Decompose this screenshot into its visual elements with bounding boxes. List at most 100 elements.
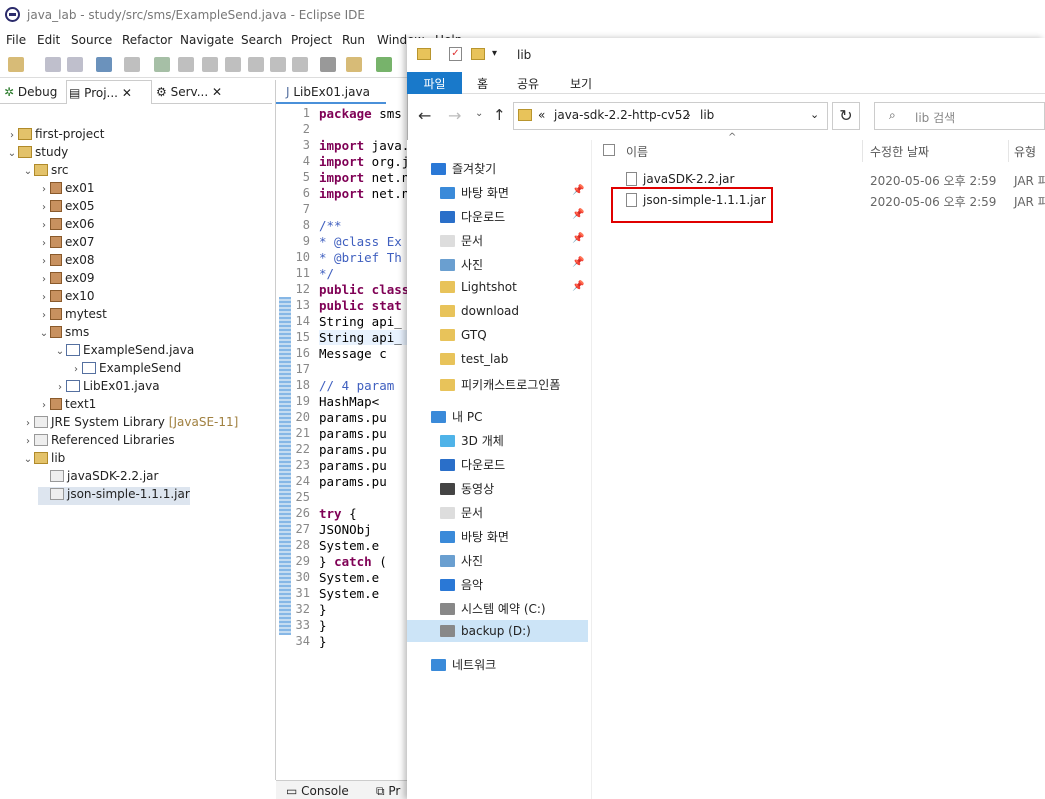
menu-project[interactable]: Project xyxy=(291,33,332,47)
back-arrow-icon[interactable]: ← xyxy=(418,106,431,125)
tree-item[interactable]: ⌄ sms xyxy=(38,325,89,343)
nav-item[interactable]: 3D 개체 xyxy=(407,428,588,450)
tree-item[interactable]: › mytest xyxy=(38,307,107,325)
debug-icon[interactable] xyxy=(376,57,392,72)
breadcrumb-current[interactable]: lib xyxy=(700,108,714,122)
nav-item[interactable]: Lightshot 📌 xyxy=(407,276,588,298)
tree-item[interactable]: › ex05 xyxy=(38,199,95,217)
nav-item[interactable]: 음악 xyxy=(407,572,588,594)
terminate-icon[interactable] xyxy=(202,57,218,72)
nav-item[interactable]: 즐겨찾기 xyxy=(407,156,588,178)
tree-item[interactable]: › ex10 xyxy=(38,289,95,307)
suspend-icon[interactable] xyxy=(178,57,194,72)
tab-problems[interactable]: ⧉ Pr xyxy=(376,784,400,799)
drop-to-frame-icon[interactable] xyxy=(346,57,362,72)
properties-icon[interactable]: ✓ xyxy=(449,47,462,61)
column-name[interactable]: 이름 xyxy=(626,143,648,160)
close-icon[interactable]: ✕ xyxy=(212,85,222,99)
new-folder-icon[interactable] xyxy=(471,48,485,60)
tree-item[interactable]: › ex08 xyxy=(38,253,95,271)
collapsed-arrow-icon[interactable]: › xyxy=(70,364,82,375)
editor-tab[interactable]: J LibEx01.java xyxy=(276,80,386,104)
nav-item[interactable]: 문서 📌 xyxy=(407,228,588,250)
tree-item[interactable]: json-simple-1.1.1.jar xyxy=(38,487,190,505)
tree-item[interactable]: ⌄ lib xyxy=(22,451,66,469)
tree-item[interactable]: › LibEx01.java xyxy=(54,379,160,397)
collapsed-arrow-icon[interactable]: › xyxy=(54,382,66,393)
tab-home[interactable]: 홈 xyxy=(477,75,488,92)
menu-refactor[interactable]: Refactor xyxy=(122,33,172,47)
menu-run[interactable]: Run xyxy=(342,33,365,47)
collapsed-arrow-icon[interactable]: › xyxy=(6,130,18,141)
expanded-arrow-icon[interactable]: ⌄ xyxy=(22,166,34,177)
tab-project-explorer[interactable]: ▤ Proj... ✕ xyxy=(66,80,152,104)
step-into-icon[interactable] xyxy=(248,57,264,72)
tree-item[interactable]: › ExampleSend xyxy=(70,361,181,379)
expanded-arrow-icon[interactable]: ⌄ xyxy=(38,328,50,339)
column-divider[interactable] xyxy=(862,140,863,162)
step-return-icon[interactable] xyxy=(292,57,308,72)
nav-item[interactable]: 다운로드 📌 xyxy=(407,204,588,226)
nav-item[interactable]: 사진 📌 xyxy=(407,252,588,274)
tree-item[interactable]: ⌄ ExampleSend.java xyxy=(54,343,194,361)
tab-share[interactable]: 공유 xyxy=(517,75,539,92)
nav-item[interactable]: 내 PC xyxy=(407,404,588,426)
menu-file[interactable]: File xyxy=(6,33,26,47)
tree-item[interactable]: › Referenced Libraries xyxy=(22,433,175,451)
nav-item[interactable]: 문서 xyxy=(407,500,588,522)
nav-item[interactable]: test_lab xyxy=(407,348,588,370)
save-icon[interactable] xyxy=(45,57,61,72)
use-step-filters-icon[interactable] xyxy=(320,57,336,72)
up-arrow-icon[interactable]: ↑ xyxy=(493,106,506,124)
tree-item[interactable]: javaSDK-2.2.jar xyxy=(38,469,158,487)
breadcrumb-parent[interactable]: java-sdk-2.2-http-cv52 xyxy=(554,108,690,122)
tree-item[interactable]: › text1 xyxy=(38,397,96,415)
column-divider[interactable] xyxy=(1008,140,1009,162)
nav-item[interactable]: 네트워크 xyxy=(407,652,588,674)
menu-navigate[interactable]: Navigate xyxy=(180,33,234,47)
close-icon[interactable]: ✕ xyxy=(122,86,132,100)
address-bar[interactable]: « java-sdk-2.2-http-cv52 › lib ⌄ xyxy=(513,102,828,130)
collapsed-arrow-icon[interactable]: › xyxy=(38,202,50,213)
nav-item[interactable]: 사진 xyxy=(407,548,588,570)
tab-console[interactable]: ▭ Console xyxy=(286,784,349,798)
tree-item[interactable]: › JRE System Library [JavaSE-11] xyxy=(22,415,238,433)
expanded-arrow-icon[interactable]: ⌄ xyxy=(22,454,34,465)
collapsed-arrow-icon[interactable]: › xyxy=(22,436,34,447)
skip-breakpoints-icon[interactable] xyxy=(124,57,140,72)
tree-item[interactable]: › ex07 xyxy=(38,235,95,253)
tree-item[interactable]: ⌄ src xyxy=(22,163,69,181)
console-icon[interactable] xyxy=(96,57,112,72)
nav-item[interactable]: 시스템 예약 (C:) xyxy=(407,596,588,618)
nav-item[interactable]: 바탕 화면 📌 xyxy=(407,180,588,202)
nav-item[interactable]: backup (D:) xyxy=(407,620,588,642)
tree-item[interactable]: › first-project xyxy=(6,127,104,145)
disconnect-icon[interactable] xyxy=(225,57,241,72)
menu-search[interactable]: Search xyxy=(241,33,282,47)
resume-icon[interactable] xyxy=(154,57,170,72)
collapsed-arrow-icon[interactable]: › xyxy=(38,292,50,303)
tab-servers[interactable]: ⚙ Serv... ✕ xyxy=(156,80,222,104)
column-modified[interactable]: 수정한 날짜 xyxy=(870,143,929,160)
collapsed-arrow-icon[interactable]: › xyxy=(38,310,50,321)
forward-arrow-icon[interactable]: → xyxy=(448,106,461,125)
collapsed-arrow-icon[interactable]: › xyxy=(38,274,50,285)
tab-file[interactable]: 파일 xyxy=(407,72,462,94)
menu-source[interactable]: Source xyxy=(71,33,112,47)
nav-item[interactable]: 피키캐스트로그인폼 xyxy=(407,372,588,394)
tab-view[interactable]: 보기 xyxy=(570,75,592,92)
collapsed-arrow-icon[interactable]: › xyxy=(38,400,50,411)
save-all-icon[interactable] xyxy=(67,57,83,72)
expanded-arrow-icon[interactable]: ⌄ xyxy=(6,148,18,159)
nav-item[interactable]: 동영상 xyxy=(407,476,588,498)
collapsed-arrow-icon[interactable]: › xyxy=(38,256,50,267)
search-input[interactable]: ⌕ lib 검색 xyxy=(874,102,1045,130)
collapsed-arrow-icon[interactable]: › xyxy=(38,184,50,195)
tree-item[interactable]: ⌄ study xyxy=(6,145,68,163)
collapsed-arrow-icon[interactable]: › xyxy=(38,220,50,231)
nav-item[interactable]: GTQ xyxy=(407,324,588,346)
breadcrumb-overflow[interactable]: « xyxy=(538,108,545,122)
quick-access-dropdown-icon[interactable]: ▾ xyxy=(492,48,497,59)
nav-item[interactable]: 다운로드 xyxy=(407,452,588,474)
address-dropdown-icon[interactable]: ⌄ xyxy=(810,108,819,121)
